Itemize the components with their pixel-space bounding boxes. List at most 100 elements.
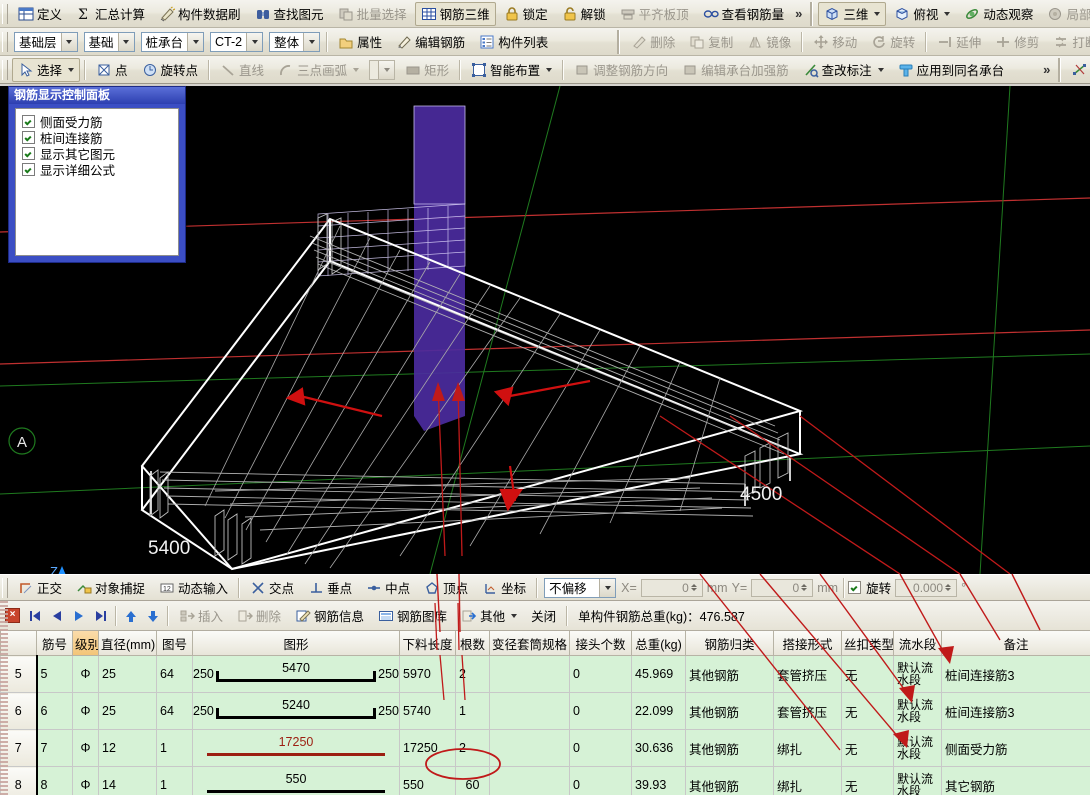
chevron-down-icon[interactable]: [187, 33, 203, 51]
component-type-combo[interactable]: 桩承台: [141, 32, 205, 52]
status-toggle-dynamic-input[interactable]: 12 动态输入: [153, 576, 234, 600]
rebar-display-control-panel[interactable]: 钢筋显示控制面板 侧面受力筋 桩间连接筋 显示其它图元 显示详细公式: [8, 86, 186, 263]
nav-down-button[interactable]: [142, 606, 164, 626]
cell-bar-no[interactable]: 5: [37, 656, 73, 693]
chevron-down-icon[interactable]: [944, 12, 950, 16]
toolbar-item-rebar-3d[interactable]: 钢筋三维: [415, 2, 496, 26]
y-coordinate-input[interactable]: 0: [751, 579, 813, 597]
cell-bar-no[interactable]: 7: [37, 730, 73, 767]
toolbar-item-break[interactable]: 打断: [1047, 30, 1090, 54]
cell-shape[interactable]: 550: [193, 767, 400, 795]
toolbar-item-summary-calc[interactable]: Σ 汇总计算: [70, 2, 151, 26]
cell-total-weight[interactable]: 39.93: [632, 767, 686, 795]
status-toggle-ortho[interactable]: 正交: [12, 576, 68, 600]
cell-lap-form[interactable]: 套管挤压: [774, 693, 842, 730]
draw-toolbar-overflow-button[interactable]: »: [1039, 62, 1054, 77]
col-header-thread-type[interactable]: 丝扣类型: [842, 631, 894, 656]
cell-shape[interactable]: 250 5240 250: [193, 693, 400, 730]
cell-thread-type[interactable]: 无: [842, 693, 894, 730]
toolbar-item-define[interactable]: 定义: [12, 2, 68, 26]
cell-shape[interactable]: 17250: [193, 730, 400, 767]
toolbar-item-lock[interactable]: 锁定: [498, 2, 554, 26]
chevron-down-icon[interactable]: [878, 68, 884, 72]
checkbox[interactable]: [22, 115, 35, 128]
table-row[interactable]: 6 6 Φ 25 64 250 5240 250: [1, 693, 1090, 730]
toolbar-grip[interactable]: [2, 4, 8, 24]
draw-style-combo[interactable]: [369, 60, 395, 80]
chevron-down-icon[interactable]: [68, 68, 74, 72]
cell-cut-length[interactable]: 5970: [400, 656, 456, 693]
checkbox[interactable]: [22, 163, 35, 176]
toolbar-overflow-button[interactable]: »: [791, 6, 806, 21]
rebar-info-button[interactable]: 钢筋信息: [289, 604, 370, 628]
component-name-combo[interactable]: CT-2: [210, 32, 263, 52]
col-header-fig-no[interactable]: 图号: [157, 631, 193, 656]
cell-classify[interactable]: 其他钢筋: [686, 656, 774, 693]
toolbar-item-move[interactable]: 移动: [807, 30, 863, 54]
toolbar-item-property[interactable]: 属性: [332, 30, 388, 54]
statusbar-grip[interactable]: [2, 578, 8, 598]
checkbox[interactable]: [22, 147, 35, 160]
scope-combo[interactable]: 整体: [269, 32, 320, 52]
rebar-delete-button[interactable]: 删除: [231, 604, 287, 628]
toolbar-item-unlock[interactable]: 解锁: [556, 2, 612, 26]
snap-vertex[interactable]: 顶点: [418, 576, 474, 600]
cell-joint-count[interactable]: 0: [570, 730, 632, 767]
toolbar-item-select[interactable]: 选择: [12, 58, 80, 82]
spinner[interactable]: [801, 580, 810, 596]
toolbar-item-mirror[interactable]: 镜像: [741, 30, 797, 54]
cell-diameter[interactable]: 12: [99, 730, 157, 767]
toolbar-item-dynamic-orbit[interactable]: 动态观察: [958, 2, 1039, 26]
cell-fig-no[interactable]: 1: [157, 730, 193, 767]
snap-perpendicular[interactable]: 垂点: [302, 576, 358, 600]
toolbar-item-extend[interactable]: 延伸: [931, 30, 987, 54]
toolbar-item-find-element[interactable]: 查找图元: [249, 2, 330, 26]
cell-grade[interactable]: Φ: [73, 693, 99, 730]
cell-count[interactable]: 2: [456, 656, 490, 693]
toolbar-item-component-list[interactable]: 构件列表: [473, 30, 554, 54]
spinner[interactable]: [691, 580, 700, 596]
cell-flow-section[interactable]: 默认流水段: [894, 767, 942, 795]
cell-classify[interactable]: 其他钢筋: [686, 693, 774, 730]
cell-reducer-spec[interactable]: [490, 730, 570, 767]
chevron-down-icon[interactable]: [303, 33, 319, 51]
cell-count[interactable]: 1: [456, 693, 490, 730]
rotate-checkbox[interactable]: [848, 581, 861, 594]
chevron-down-icon[interactable]: [511, 614, 517, 618]
chevron-down-icon[interactable]: [118, 33, 134, 51]
col-header-bar-no[interactable]: 筋号: [37, 631, 73, 656]
checkbox-row-show-detail-formula[interactable]: 显示详细公式: [22, 161, 178, 177]
toolbar-item-two-point[interactable]: 两点: [1066, 58, 1090, 82]
rebar-other-button[interactable]: 其他: [455, 604, 523, 628]
cell-remark[interactable]: 桩间连接筋3: [942, 693, 1090, 730]
cell-grade[interactable]: Φ: [73, 730, 99, 767]
cell-flow-section[interactable]: 默认流水段: [894, 730, 942, 767]
toolbar-item-smart-layout[interactable]: 智能布置: [465, 58, 558, 82]
col-header-shape[interactable]: 图形: [193, 631, 400, 656]
chevron-down-icon[interactable]: [378, 61, 394, 79]
table-row[interactable]: 7 7 Φ 12 1 17250 17250 2: [1, 730, 1090, 767]
col-header-remark[interactable]: 备注: [942, 631, 1090, 656]
table-row[interactable]: 5 5 Φ 25 64 250 5470 250: [1, 656, 1090, 693]
floor-combo[interactable]: 基础层: [14, 32, 78, 52]
cell-shape[interactable]: 250 5470 250: [193, 656, 400, 693]
rebar-grid[interactable]: 筋号 级别 直径(mm) 图号 图形 下料长度 根数 变径套筒规格 接头个数 总…: [0, 631, 1090, 795]
col-header-grade[interactable]: 级别: [73, 631, 99, 656]
cell-fig-no[interactable]: 64: [157, 656, 193, 693]
toolbar-item-3d-view[interactable]: 三维: [818, 2, 886, 26]
toolbar-item-data-brush[interactable]: 构件数据刷: [153, 2, 247, 26]
chevron-down-icon[interactable]: [353, 68, 359, 72]
offset-mode-combo[interactable]: 不偏移: [544, 578, 616, 598]
toolbar-item-edit-rebar[interactable]: 编辑钢筋: [390, 30, 471, 54]
cell-lap-form[interactable]: 套管挤压: [774, 656, 842, 693]
toolbar-item-top-view[interactable]: 俯视: [888, 2, 956, 26]
toolbar-item-local-3d[interactable]: 局部三维: [1041, 2, 1090, 26]
toolbar-item-rotate[interactable]: 旋转: [865, 30, 921, 54]
rebar-close-button[interactable]: 关闭: [525, 604, 562, 628]
nav-next-button[interactable]: [68, 606, 90, 626]
cell-thread-type[interactable]: 无: [842, 767, 894, 795]
toolbar-grip[interactable]: [2, 32, 8, 52]
cell-diameter[interactable]: 25: [99, 693, 157, 730]
toolbar-item-apply-same-cap[interactable]: 应用到同名承台: [892, 58, 1011, 82]
chevron-down-icon[interactable]: [599, 579, 615, 597]
